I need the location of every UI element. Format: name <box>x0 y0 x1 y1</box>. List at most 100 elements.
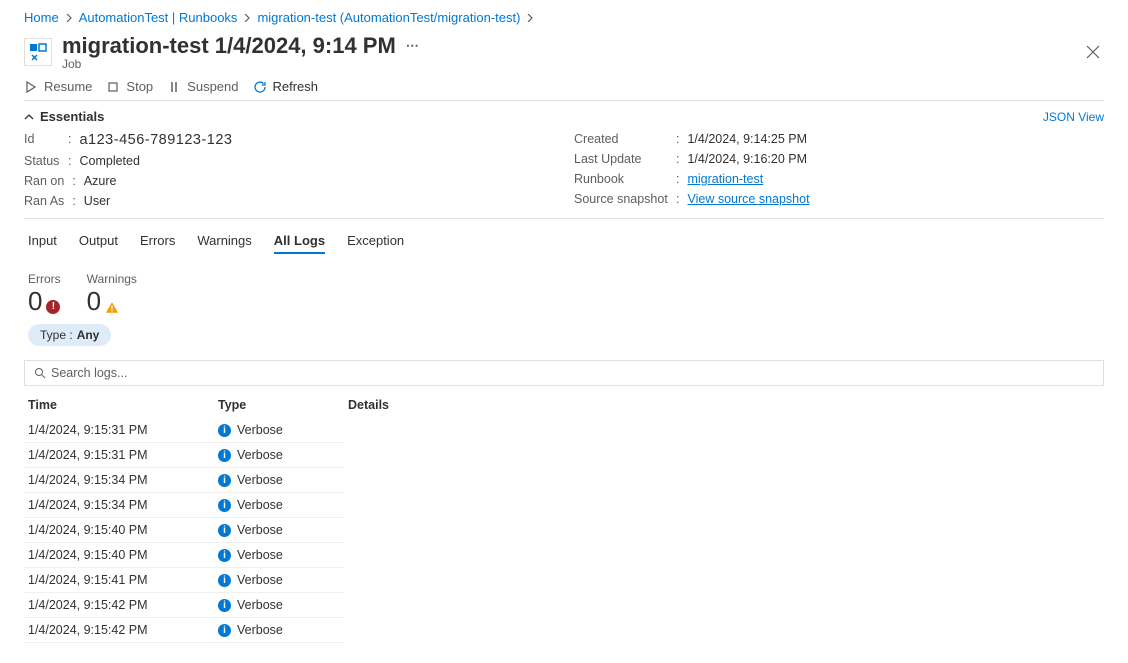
breadcrumb-runbooks[interactable]: AutomationTest | Runbooks <box>79 10 238 25</box>
play-icon <box>24 80 38 94</box>
info-icon: i <box>218 524 231 537</box>
log-time: 1/4/2024, 9:15:41 PM <box>24 568 214 593</box>
essentials-toggle[interactable]: Essentials <box>24 109 104 124</box>
search-input[interactable] <box>24 360 1104 386</box>
log-row[interactable]: 1/4/2024, 9:15:41 PMiVerbose <box>24 568 1104 593</box>
snapshot-key: Source snapshot <box>574 192 668 206</box>
col-details[interactable]: Details <box>348 398 1100 412</box>
chevron-right-icon <box>243 14 251 22</box>
log-row[interactable]: 1/4/2024, 9:15:31 PMiVerbose <box>24 443 1104 468</box>
chevron-right-icon <box>526 14 534 22</box>
col-time[interactable]: Time <box>28 398 218 412</box>
type-filter-key: Type : <box>40 328 73 342</box>
log-type: iVerbose <box>214 568 344 593</box>
page-subtitle: Job <box>62 57 1072 71</box>
col-type[interactable]: Type <box>218 398 348 412</box>
warnings-counter: Warnings 0 <box>87 272 137 314</box>
chevron-right-icon <box>65 14 73 22</box>
refresh-icon <box>253 80 267 94</box>
errors-counter: Errors 0 ! <box>28 272 61 314</box>
log-type: iVerbose <box>214 618 344 643</box>
log-time: 1/4/2024, 9:15:34 PM <box>24 493 214 518</box>
created-key: Created <box>574 132 668 146</box>
status-key: Status <box>24 154 60 168</box>
stop-button[interactable]: Stop <box>106 79 153 94</box>
type-filter[interactable]: Type : Any <box>28 324 111 346</box>
snapshot-link[interactable]: View source snapshot <box>687 192 809 206</box>
tab-warnings[interactable]: Warnings <box>197 233 251 254</box>
tab-bar: Input Output Errors Warnings All Logs Ex… <box>28 219 1104 258</box>
ran-as-value[interactable]: User <box>84 194 110 208</box>
close-button[interactable] <box>1082 41 1104 63</box>
log-row[interactable]: 1/4/2024, 9:15:31 PMiVerbose <box>24 418 1104 443</box>
log-type: iVerbose <box>214 418 344 443</box>
log-details <box>344 626 1104 636</box>
tab-exception[interactable]: Exception <box>347 233 404 254</box>
log-details <box>344 501 1104 511</box>
log-time: 1/4/2024, 9:15:31 PM <box>24 418 214 443</box>
log-time: 1/4/2024, 9:15:34 PM <box>24 468 214 493</box>
warning-icon <box>105 300 119 314</box>
log-details <box>344 576 1104 586</box>
info-icon: i <box>218 624 231 637</box>
breadcrumb-migration-test[interactable]: migration-test (AutomationTest/migration… <box>257 10 520 25</box>
job-icon <box>24 38 52 66</box>
log-details <box>344 476 1104 486</box>
errors-counter-value: 0 <box>28 288 42 314</box>
log-time: 1/4/2024, 9:15:40 PM <box>24 543 214 568</box>
log-type: iVerbose <box>214 443 344 468</box>
log-type: iVerbose <box>214 593 344 618</box>
log-row[interactable]: 1/4/2024, 9:15:34 PMiVerbose <box>24 493 1104 518</box>
log-row[interactable]: 1/4/2024, 9:15:40 PMiVerbose <box>24 518 1104 543</box>
ran-on-key: Ran on <box>24 174 64 188</box>
tab-all-logs[interactable]: All Logs <box>274 233 325 254</box>
log-type: iVerbose <box>214 543 344 568</box>
tab-input[interactable]: Input <box>28 233 57 254</box>
log-table-header: Time Type Details <box>24 392 1104 418</box>
toolbar: Resume Stop Suspend Refresh <box>24 79 1104 101</box>
refresh-button[interactable]: Refresh <box>253 79 319 94</box>
runbook-key: Runbook <box>574 172 668 186</box>
warnings-counter-value: 0 <box>87 288 101 314</box>
log-row[interactable]: 1/4/2024, 9:15:34 PMiVerbose <box>24 468 1104 493</box>
pause-icon <box>167 80 181 94</box>
suspend-button[interactable]: Suspend <box>167 79 238 94</box>
log-details <box>344 451 1104 461</box>
id-key: Id <box>24 132 60 148</box>
info-icon: i <box>218 549 231 562</box>
log-time: 1/4/2024, 9:15:42 PM <box>24 593 214 618</box>
errors-counter-label: Errors <box>28 272 61 286</box>
info-icon: i <box>218 424 231 437</box>
stop-label: Stop <box>126 79 153 94</box>
tab-output[interactable]: Output <box>79 233 118 254</box>
log-time: 1/4/2024, 9:15:31 PM <box>24 443 214 468</box>
error-icon: ! <box>46 300 60 314</box>
created-value[interactable]: 1/4/2024, 9:14:25 PM <box>687 132 807 146</box>
warnings-counter-label: Warnings <box>87 272 137 286</box>
stop-icon <box>106 80 120 94</box>
id-value[interactable]: a123-456-789123-123 <box>79 132 232 148</box>
log-row[interactable]: 1/4/2024, 9:15:42 PMiVerbose <box>24 618 1104 643</box>
log-row[interactable]: 1/4/2024, 9:15:42 PMiVerbose <box>24 593 1104 618</box>
json-view-link[interactable]: JSON View <box>1043 110 1104 124</box>
last-update-value[interactable]: 1/4/2024, 9:16:20 PM <box>687 152 807 166</box>
more-actions-button[interactable]: ⋯ <box>406 38 420 54</box>
suspend-label: Suspend <box>187 79 238 94</box>
refresh-label: Refresh <box>273 79 319 94</box>
log-details <box>344 551 1104 561</box>
log-row[interactable]: 1/4/2024, 9:15:40 PMiVerbose <box>24 543 1104 568</box>
last-update-key: Last Update <box>574 152 668 166</box>
search-icon <box>34 367 46 379</box>
status-value[interactable]: Completed <box>79 154 139 168</box>
resume-button[interactable]: Resume <box>24 79 92 94</box>
info-icon: i <box>218 499 231 512</box>
log-type: iVerbose <box>214 518 344 543</box>
chevron-up-icon <box>24 112 34 122</box>
breadcrumb-home[interactable]: Home <box>24 10 59 25</box>
ran-on-value[interactable]: Azure <box>84 174 117 188</box>
tab-errors[interactable]: Errors <box>140 233 175 254</box>
runbook-link[interactable]: migration-test <box>687 172 763 186</box>
info-icon: i <box>218 574 231 587</box>
ran-as-key: Ran As <box>24 194 64 208</box>
log-details <box>344 526 1104 536</box>
